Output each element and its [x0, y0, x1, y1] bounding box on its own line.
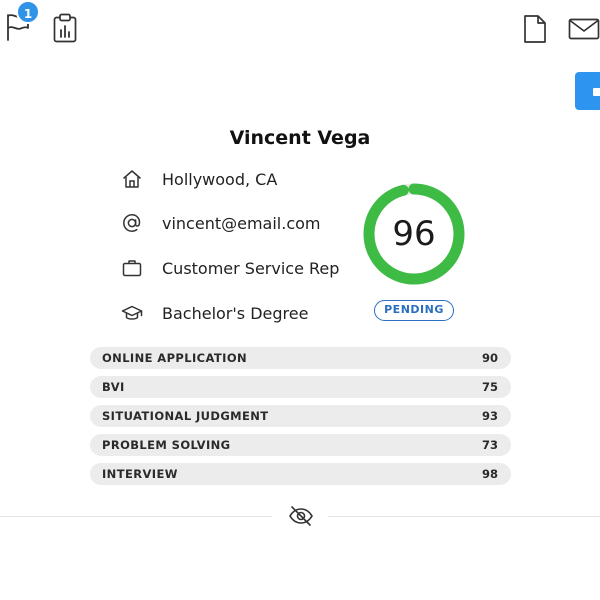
- divider: [328, 516, 600, 517]
- notification-badge: 1: [16, 0, 40, 24]
- document-button[interactable]: [523, 14, 547, 44]
- assessment-label: Situational Judgment: [102, 409, 269, 423]
- graduation-cap-icon: [120, 301, 144, 325]
- home-icon: [120, 167, 144, 191]
- overall-score-value: 96: [392, 214, 436, 254]
- side-panel-tab[interactable]: [575, 72, 600, 110]
- at-sign-icon: [120, 211, 144, 235]
- report-button[interactable]: [52, 13, 78, 43]
- assessment-score: 93: [481, 409, 498, 423]
- mail-icon: [568, 18, 600, 40]
- document-icon: [524, 15, 546, 43]
- assessment-label: Problem Solving: [102, 438, 231, 452]
- assessment-score: 73: [481, 438, 498, 452]
- assessment-label: BVI: [102, 380, 125, 394]
- assessment-score: 75: [481, 380, 498, 394]
- email-row: vincent@email.com: [120, 210, 321, 236]
- assessment-score: 90: [481, 351, 498, 365]
- job-title-text: Customer Service Rep: [162, 258, 340, 278]
- email-text: vincent@email.com: [162, 213, 321, 233]
- clipboard-chart-icon: [53, 13, 77, 43]
- visibility-toggle-button[interactable]: [288, 504, 314, 528]
- location-row: Hollywood, CA: [120, 166, 277, 192]
- assessment-row: Problem Solving 73: [90, 434, 511, 456]
- assessment-row: Online Application 90: [90, 347, 511, 369]
- mail-button[interactable]: [568, 18, 600, 40]
- assessment-label: Interview: [102, 467, 178, 481]
- location-text: Hollywood, CA: [162, 169, 278, 189]
- candidate-profile-page: 1 Vincent Vega Hollywood, CA vincent@ema…: [0, 0, 600, 600]
- education-row: Bachelor's Degree: [120, 300, 308, 326]
- assessment-row: Situational Judgment 93: [90, 405, 511, 427]
- briefcase-icon: [120, 256, 144, 280]
- assessment-label: Online Application: [102, 351, 248, 365]
- assessment-row: BVI 75: [90, 376, 511, 398]
- eye-off-icon: [289, 506, 313, 526]
- education-text: Bachelor's Degree: [162, 303, 309, 323]
- job-row: Customer Service Rep: [120, 255, 339, 281]
- status-badge: PENDING: [374, 300, 454, 321]
- assessment-row: Interview 98: [90, 463, 511, 485]
- assessment-score: 98: [481, 467, 498, 481]
- divider: [0, 516, 272, 517]
- candidate-name: Vincent Vega: [229, 127, 371, 149]
- assessment-list: Online Application 90 BVI 75 Situational…: [90, 347, 511, 492]
